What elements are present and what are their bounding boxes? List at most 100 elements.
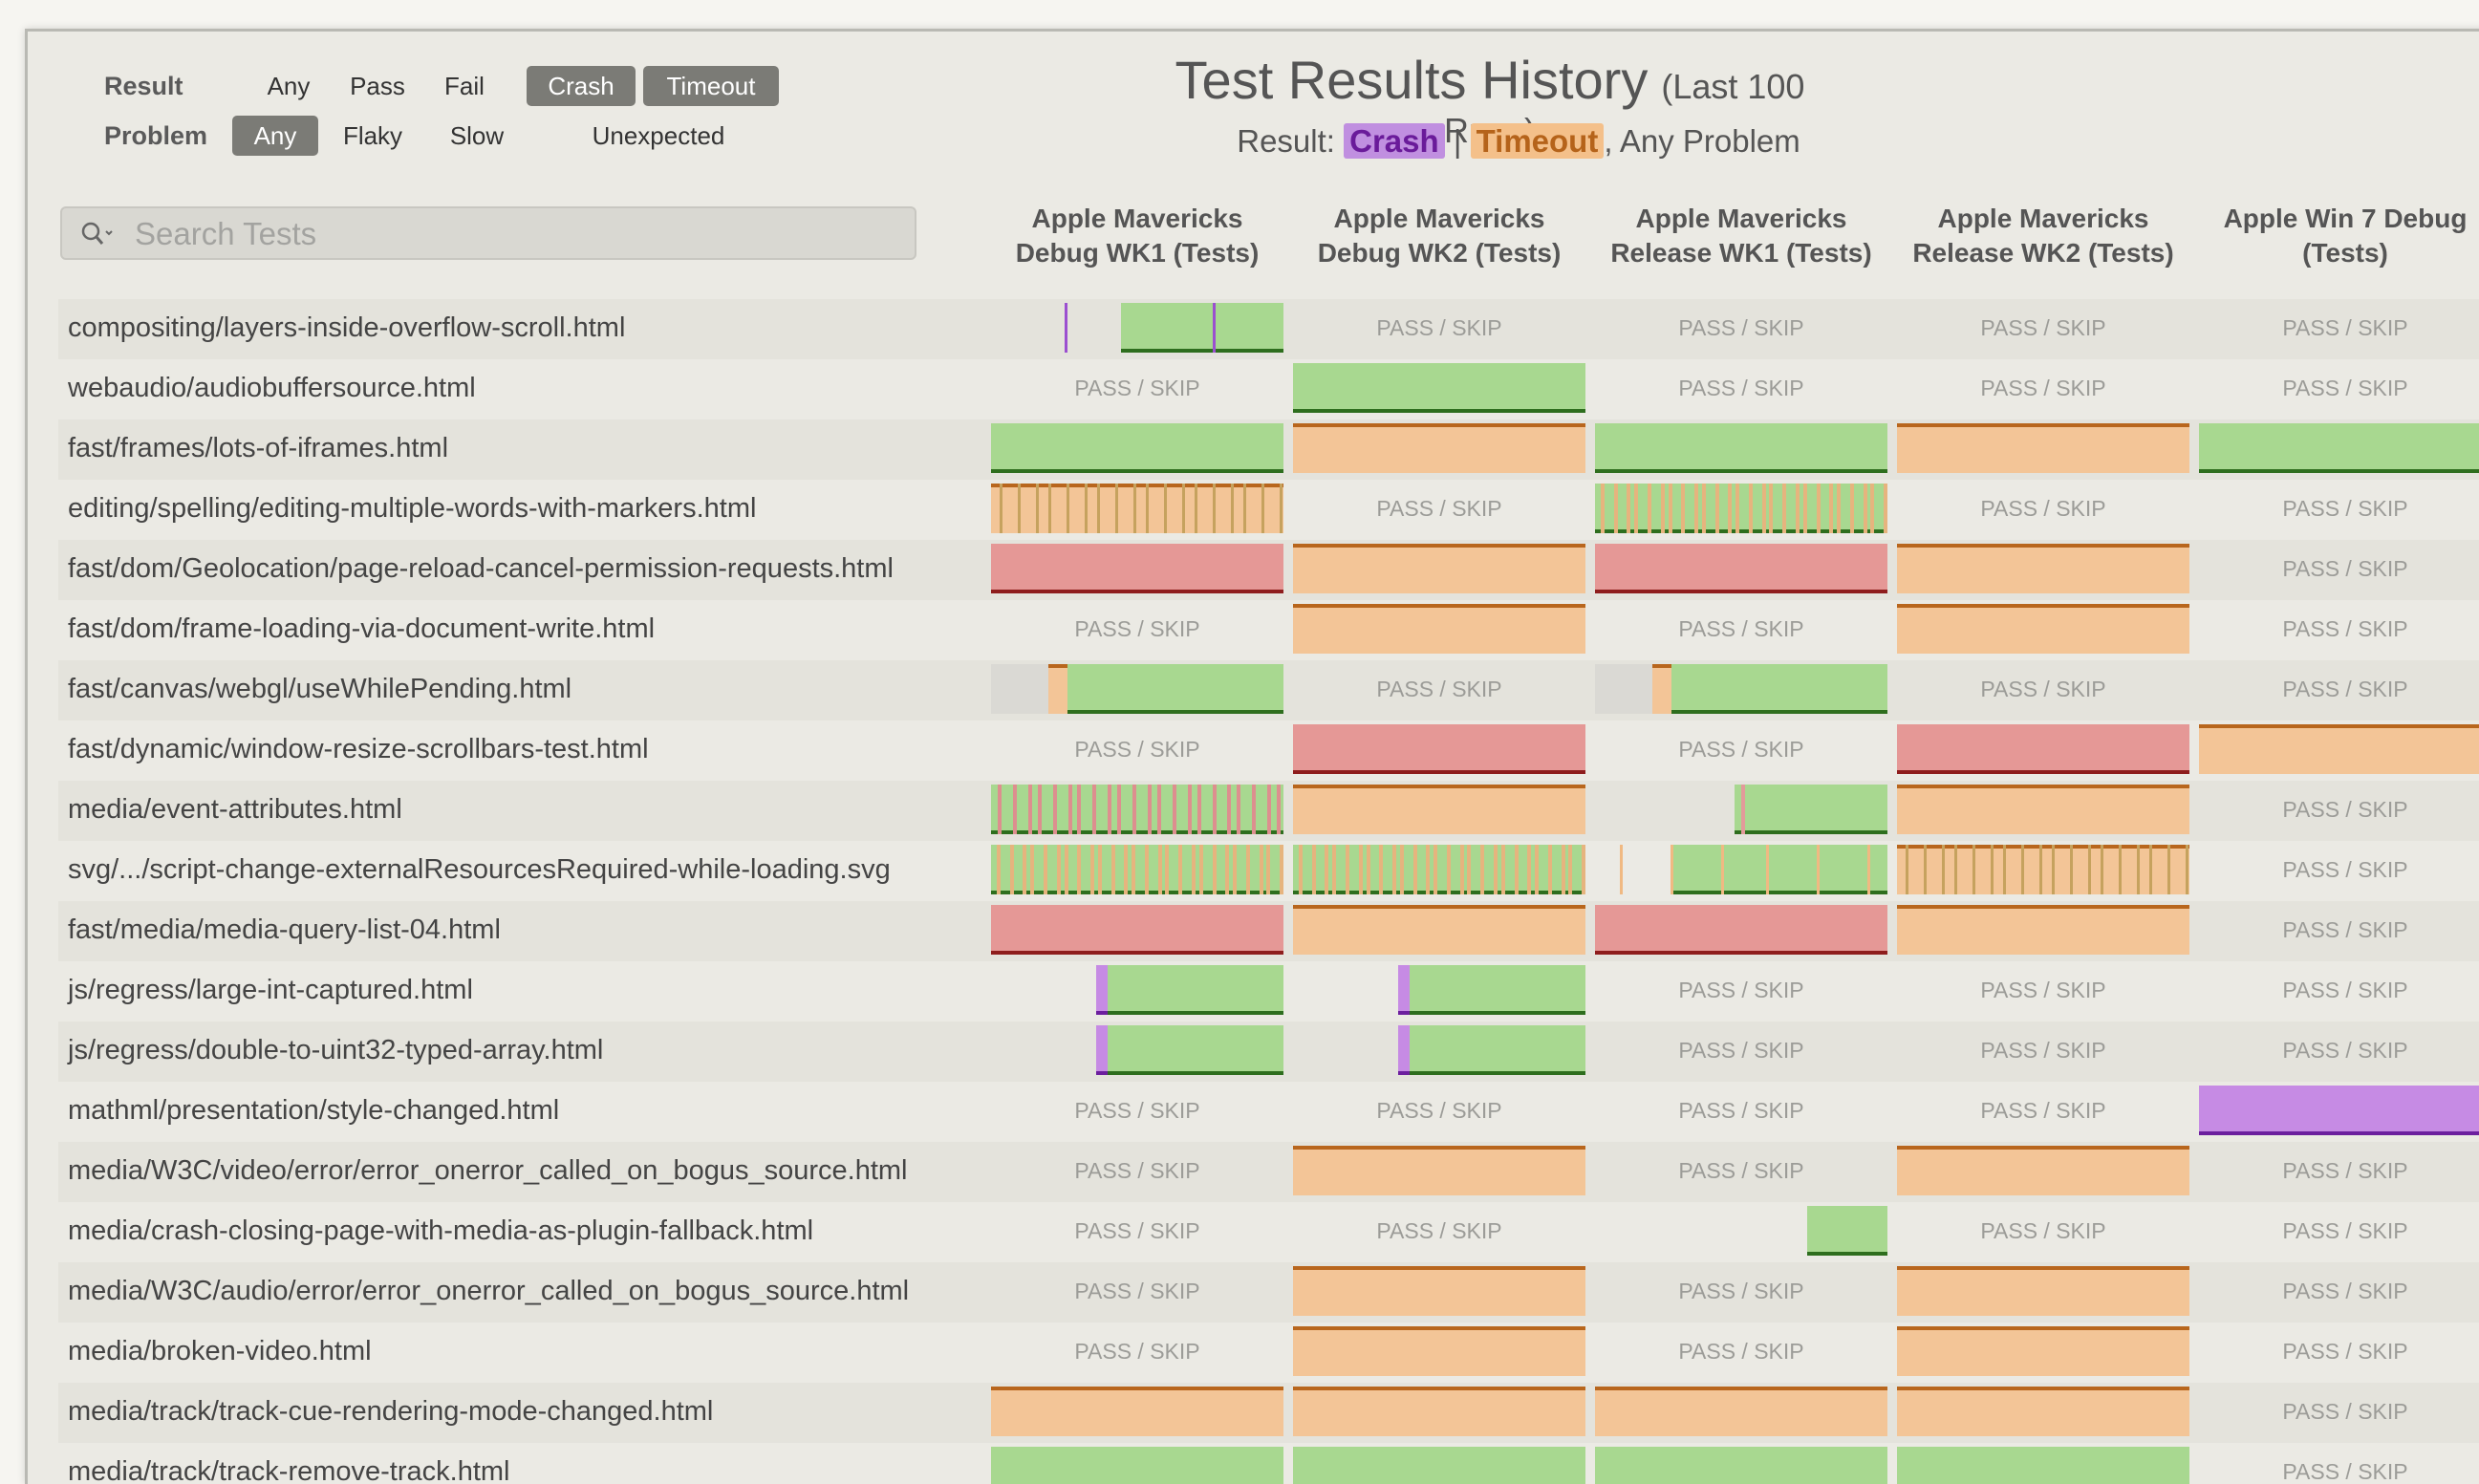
result-cell[interactable]: PASS / SKIP xyxy=(1595,965,1887,1015)
result-cell[interactable] xyxy=(991,1447,1283,1484)
problem-unexpected-chip[interactable]: Unexpected xyxy=(563,116,754,156)
result-cell[interactable] xyxy=(1293,724,1585,774)
result-cell[interactable]: PASS / SKIP xyxy=(1595,303,1887,353)
result-cell[interactable] xyxy=(1897,1447,2189,1484)
result-cell[interactable] xyxy=(1595,1447,1887,1484)
test-name[interactable]: js/regress/double-to-uint32-typed-array.… xyxy=(68,1035,603,1066)
problem-slow-chip[interactable]: Slow xyxy=(439,116,515,156)
result-cell[interactable]: PASS / SKIP xyxy=(991,1266,1283,1316)
result-cell[interactable] xyxy=(1293,363,1585,413)
green-result-bar[interactable] xyxy=(1897,1447,2189,1484)
test-name[interactable]: editing/spelling/editing-multiple-words-… xyxy=(68,493,756,525)
result-cell[interactable]: PASS / SKIP xyxy=(1595,1086,1887,1135)
result-cell[interactable]: PASS / SKIP xyxy=(1897,484,2189,533)
result-cell[interactable]: PASS / SKIP xyxy=(2199,664,2479,714)
result-cell[interactable]: PASS / SKIP xyxy=(2199,1326,2479,1376)
green-result-bar[interactable] xyxy=(1121,303,1283,353)
green-result-bar[interactable] xyxy=(1410,965,1585,1015)
gray-result-bar[interactable] xyxy=(991,664,1048,714)
result-any-chip[interactable]: Any xyxy=(257,66,320,106)
purple-result-bar[interactable] xyxy=(1096,965,1108,1015)
test-name[interactable]: media/W3C/audio/error/error_onerror_call… xyxy=(68,1276,909,1307)
result-cell[interactable]: PASS / SKIP xyxy=(991,604,1283,654)
green-result-bar[interactable] xyxy=(1108,965,1283,1015)
result-cell[interactable]: PASS / SKIP xyxy=(2199,484,2479,533)
orange-result-bar[interactable] xyxy=(1897,1326,2189,1376)
result-cell[interactable]: PASS / SKIP xyxy=(991,1206,1283,1256)
result-cell[interactable] xyxy=(1293,1447,1585,1484)
result-cell[interactable] xyxy=(991,423,1283,473)
orange-result-bar[interactable] xyxy=(1897,1266,2189,1316)
result-cell[interactable]: PASS / SKIP xyxy=(991,724,1283,774)
result-cell[interactable] xyxy=(1293,604,1585,654)
result-cell[interactable] xyxy=(991,303,1283,353)
green-result-bar[interactable] xyxy=(1293,363,1585,413)
red-result-bar[interactable] xyxy=(1293,724,1585,774)
result-cell[interactable]: PASS / SKIP xyxy=(2199,1266,2479,1316)
test-name[interactable]: media/track/track-cue-rendering-mode-cha… xyxy=(68,1396,713,1428)
result-cell[interactable] xyxy=(2199,1086,2479,1135)
search-input[interactable] xyxy=(133,208,901,260)
orange-result-bar[interactable] xyxy=(1897,1387,2189,1436)
test-name[interactable]: mathml/presentation/style-changed.html xyxy=(68,1095,559,1127)
result-cell[interactable]: PASS / SKIP xyxy=(1595,363,1887,413)
result-cell[interactable]: PASS / SKIP xyxy=(1293,664,1585,714)
result-cell[interactable] xyxy=(1897,1266,2189,1316)
result-cell[interactable]: PASS / SKIP xyxy=(991,1086,1283,1135)
result-cell[interactable] xyxy=(991,785,1283,834)
orange-result-bar[interactable] xyxy=(1897,1146,2189,1195)
result-cell[interactable]: PASS / SKIP xyxy=(1293,484,1585,533)
result-cell[interactable] xyxy=(1293,1266,1585,1316)
test-name[interactable]: svg/.../script-change-externalResourcesR… xyxy=(68,854,891,886)
test-row[interactable]: editing/spelling/editing-multiple-words-… xyxy=(58,480,2479,540)
test-row[interactable]: media/broken-video.html PASS / SKIP PASS /… xyxy=(58,1323,2479,1383)
result-cell[interactable]: PASS / SKIP xyxy=(991,363,1283,413)
test-name[interactable]: media/crash-closing-page-with-media-as-p… xyxy=(68,1215,813,1247)
test-row[interactable]: js/regress/double-to-uint32-typed-array.… xyxy=(58,1022,2479,1082)
search-box[interactable] xyxy=(60,206,916,260)
result-cell[interactable]: PASS / SKIP xyxy=(991,1326,1283,1376)
green-result-bar[interactable] xyxy=(1067,664,1283,714)
result-cell[interactable]: PASS / SKIP xyxy=(1595,1266,1887,1316)
result-cell[interactable] xyxy=(1595,845,1887,894)
test-row[interactable]: media/crash-closing-page-with-media-as-p… xyxy=(58,1202,2479,1262)
green-result-bar[interactable] xyxy=(1410,1025,1585,1075)
green-result-bar[interactable] xyxy=(1807,1206,1887,1256)
result-cell[interactable] xyxy=(1595,785,1887,834)
purple-result-bar[interactable] xyxy=(1096,1025,1108,1075)
result-cell[interactable] xyxy=(1595,664,1887,714)
test-row[interactable]: fast/canvas/webgl/useWhilePending.html PA… xyxy=(58,660,2479,720)
result-fail-chip[interactable]: Fail xyxy=(433,66,496,106)
result-cell[interactable]: PASS / SKIP xyxy=(2199,1447,2479,1484)
result-cell[interactable] xyxy=(1293,785,1585,834)
result-cell[interactable] xyxy=(1897,1387,2189,1436)
orange-result-bar[interactable] xyxy=(1897,845,2189,894)
orange-result-bar[interactable] xyxy=(1897,905,2189,955)
result-cell[interactable]: PASS / SKIP xyxy=(1595,604,1887,654)
green-result-bar[interactable] xyxy=(1595,484,1887,533)
green-result-bar[interactable] xyxy=(991,1447,1283,1484)
result-cell[interactable]: PASS / SKIP xyxy=(1595,1326,1887,1376)
result-cell[interactable] xyxy=(1897,1326,2189,1376)
result-cell[interactable] xyxy=(1293,1025,1585,1075)
result-cell[interactable] xyxy=(1293,1387,1585,1436)
result-cell[interactable] xyxy=(991,965,1283,1015)
test-name[interactable]: fast/canvas/webgl/useWhilePending.html xyxy=(68,674,571,705)
orange-result-bar[interactable] xyxy=(1652,664,1671,714)
green-result-bar[interactable] xyxy=(991,423,1283,473)
orange-result-bar[interactable] xyxy=(1293,604,1585,654)
test-name[interactable]: fast/dom/frame-loading-via-document-writ… xyxy=(68,613,655,645)
test-name[interactable]: js/regress/large-int-captured.html xyxy=(68,975,473,1006)
orange-result-bar[interactable] xyxy=(1293,423,1585,473)
result-cell[interactable] xyxy=(1897,604,2189,654)
result-cell[interactable] xyxy=(1595,544,1887,593)
green-result-bar[interactable] xyxy=(1595,423,1887,473)
result-cell[interactable]: PASS / SKIP xyxy=(1897,965,2189,1015)
result-cell[interactable]: PASS / SKIP xyxy=(1897,303,2189,353)
orange-result-bar[interactable] xyxy=(1293,1387,1585,1436)
test-name[interactable]: media/track/track-remove-track.html xyxy=(68,1456,510,1484)
test-name[interactable]: media/W3C/video/error/error_onerror_call… xyxy=(68,1155,908,1187)
test-row[interactable]: fast/dom/frame-loading-via-document-writ… xyxy=(58,600,2479,660)
test-name[interactable]: compositing/layers-inside-overflow-scrol… xyxy=(68,312,625,344)
result-cell[interactable] xyxy=(1293,1326,1585,1376)
